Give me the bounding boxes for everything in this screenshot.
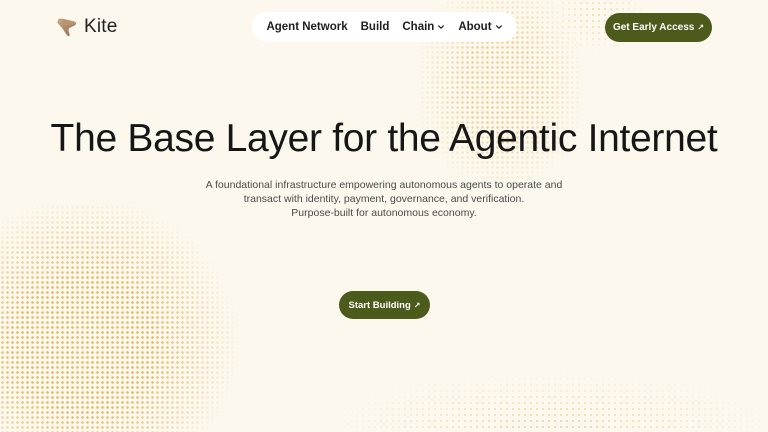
hero-title: The Base Layer for the Agentic Internet xyxy=(50,117,718,160)
kite-logo-icon xyxy=(57,18,76,37)
arrow-up-right-icon: ↗ xyxy=(697,23,705,32)
nav-item-label: Chain xyxy=(402,21,435,33)
landing-page: Kite Agent Network Build Chain About Get… xyxy=(0,0,768,432)
nav-item-build[interactable]: Build xyxy=(361,21,390,33)
start-building-button[interactable]: Start Building ↗ xyxy=(339,291,430,319)
hero-subtitle-line: A foundational infrastructure empowering… xyxy=(205,179,563,191)
main-navigation: Agent Network Build Chain About xyxy=(252,12,517,42)
hero-subtitle-line: Purpose-built for autonomous economy. xyxy=(291,207,477,219)
decorative-dot-pattern xyxy=(300,340,760,432)
nav-item-chain[interactable]: Chain xyxy=(402,21,445,33)
arrow-up-right-icon: ↗ xyxy=(413,300,421,310)
hero-subtitle: A foundational infrastructure empowering… xyxy=(184,178,584,220)
nav-item-label: About xyxy=(458,21,492,33)
get-early-access-label: Get Early Access xyxy=(612,22,695,33)
nav-item-label: Agent Network xyxy=(266,21,348,33)
nav-item-about[interactable]: About xyxy=(458,21,502,33)
chevron-down-icon xyxy=(438,25,445,29)
hero-subtitle-line: transact with identity, payment, governa… xyxy=(243,193,525,205)
nav-item-agent-network[interactable]: Agent Network xyxy=(266,21,347,33)
decorative-dot-pattern xyxy=(0,205,260,432)
chevron-down-icon xyxy=(495,25,502,29)
brand-name: Kite xyxy=(84,16,118,37)
nav-item-label: Build xyxy=(360,21,390,33)
start-building-label: Start Building xyxy=(348,299,411,311)
brand-logo-link[interactable]: Kite xyxy=(56,15,118,39)
get-early-access-button[interactable]: Get Early Access ↗ xyxy=(605,13,712,42)
